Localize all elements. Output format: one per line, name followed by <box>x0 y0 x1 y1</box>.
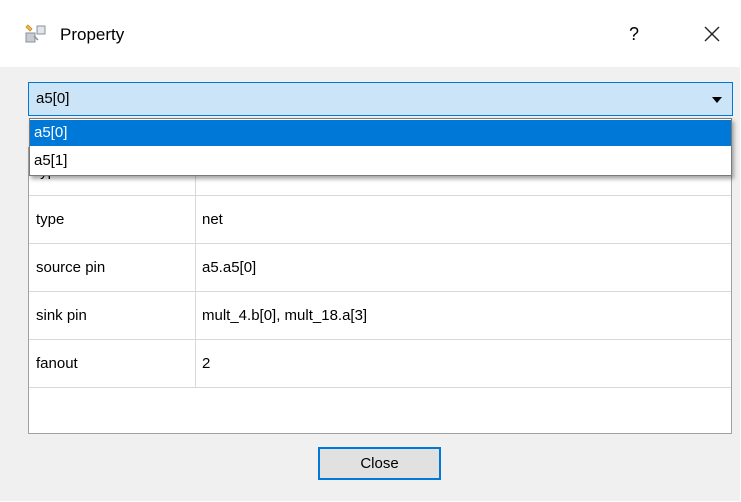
property-value: a5.a5[0] <box>202 259 257 276</box>
title-bar[interactable]: Property ? <box>0 0 740 67</box>
table-row[interactable]: type net <box>29 196 731 244</box>
table-row[interactable]: fanout 2 <box>29 340 731 388</box>
column-divider <box>195 196 196 243</box>
property-icon <box>24 22 48 46</box>
close-icon[interactable] <box>694 14 730 54</box>
net-selector-combobox[interactable]: a5[0] <box>28 82 733 116</box>
table-row[interactable]: sink pin mult_4.b[0], mult_18.a[3] <box>29 292 731 340</box>
column-divider <box>195 292 196 339</box>
property-key: type <box>36 211 65 228</box>
property-value: net <box>202 211 223 228</box>
property-key: source pin <box>36 259 106 276</box>
chevron-down-icon[interactable] <box>712 97 722 103</box>
dropdown-option-a5-1[interactable]: a5[1] <box>30 148 731 174</box>
combo-dropdown-list: a5[0] a5[1] <box>29 118 732 176</box>
combo-selected-value: a5[0] <box>36 90 70 107</box>
column-divider <box>195 340 196 387</box>
property-key: fanout <box>36 355 78 372</box>
table-row[interactable]: source pin a5.a5[0] <box>29 244 731 292</box>
property-value: mult_4.b[0], mult_18.a[3] <box>202 307 368 324</box>
close-button[interactable]: Close <box>318 447 441 480</box>
property-table: type net type net source pin a5.a5[0] si… <box>28 147 732 434</box>
column-divider <box>195 244 196 291</box>
dropdown-option-a5-0[interactable]: a5[0] <box>30 120 731 146</box>
property-dialog: Property ? a5[0] a5[0] a5[1] type net ty… <box>0 0 740 501</box>
property-value: 2 <box>202 355 211 372</box>
dialog-content: a5[0] a5[0] a5[1] type net type net sour… <box>0 67 740 501</box>
help-button[interactable]: ? <box>616 14 652 54</box>
property-key: sink pin <box>36 307 87 324</box>
window-title: Property <box>60 25 125 44</box>
